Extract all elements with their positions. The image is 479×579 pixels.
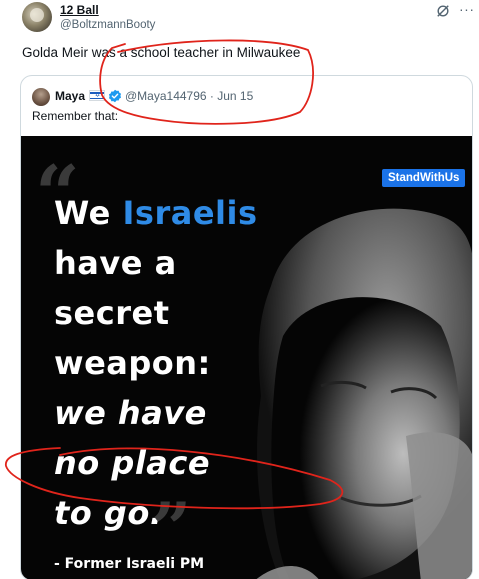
quote-line-1: We Israelis	[54, 194, 258, 232]
quote-line-4: weapon:	[54, 344, 211, 382]
standwithus-badge: StandWithUs	[382, 169, 466, 187]
quote-line-5: we have	[54, 394, 207, 432]
quote-line-6: no place	[54, 444, 211, 482]
israel-flag-icon: ✡	[89, 90, 105, 101]
attribution: - Former Israeli PM	[54, 556, 205, 572]
quoted-avatar[interactable]	[32, 88, 50, 106]
user-handle[interactable]: @BoltzmannBooty	[60, 19, 155, 31]
quoted-handle-time[interactable]: @Maya144796 · Jun 15	[125, 89, 253, 103]
quoted-display-name[interactable]: Maya	[55, 89, 85, 103]
tweet-text: Golda Meir was a school teacher in Milwa…	[22, 45, 301, 60]
quote-line-3: secret	[54, 294, 170, 332]
display-name[interactable]: 12 Ball	[60, 3, 99, 17]
quoted-text: Remember that:	[32, 109, 119, 123]
close-quote-mark: ”	[151, 487, 192, 570]
quote-tweet-card[interactable]: Maya ✡ @Maya144796 · Jun 15 Remember tha…	[20, 75, 473, 579]
verified-icon	[108, 89, 122, 103]
quote-image[interactable]: StandWithUs “ We Israelis have a secret …	[21, 136, 472, 579]
avatar[interactable]	[22, 2, 52, 32]
more-icon[interactable]: ···	[459, 1, 475, 17]
quote-line-2: have a	[54, 244, 177, 282]
tweet-header: 12 Ball @BoltzmannBooty ···	[22, 1, 475, 38]
grok-icon[interactable]	[436, 4, 450, 18]
quote-line-7: to go.	[54, 494, 163, 532]
